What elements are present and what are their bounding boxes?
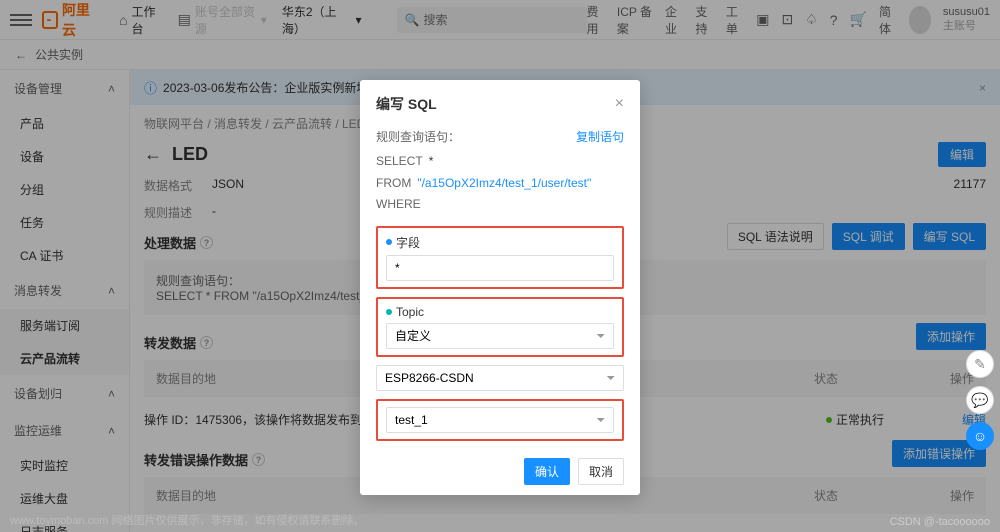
modal-title: 编写 SQL: [376, 94, 437, 114]
topic-type-select[interactable]: 自定义: [386, 323, 614, 349]
float-support-icon[interactable]: ☺: [966, 422, 994, 450]
product-select[interactable]: ESP8266-CSDN: [376, 365, 624, 391]
csdn-watermark: CSDN @-tacoooooo: [890, 516, 990, 528]
float-buttons: ✎ 💬 ☺: [966, 350, 994, 450]
confirm-button[interactable]: 确认: [524, 458, 570, 485]
bullet-icon: [386, 239, 392, 245]
cancel-button[interactable]: 取消: [578, 458, 624, 485]
float-chat-icon[interactable]: 💬: [966, 386, 994, 414]
device-select[interactable]: test_1: [386, 407, 614, 433]
field-input[interactable]: [386, 255, 614, 281]
product-group: ESP8266-CSDN: [376, 365, 624, 391]
bullet-icon: [386, 309, 392, 315]
sql-preview: SELECT* FROM"/a15OpX2Imz4/test_1/user/te…: [376, 151, 624, 216]
modal-overlay[interactable]: 编写 SQL × 规则查询语句： 复制语句 SELECT* FROM"/a15O…: [0, 0, 1000, 532]
topic-group: Topic 自定义: [376, 297, 624, 357]
field-group: 字段: [376, 226, 624, 289]
watermark: www.toymoban.com 网络图片仅供展示，非存储，如有侵权请联系删除。: [10, 512, 364, 528]
close-icon[interactable]: ×: [615, 95, 624, 113]
query-label: 规则查询语句：: [376, 128, 460, 145]
device-group: test_1: [376, 399, 624, 441]
copy-sql-link[interactable]: 复制语句: [576, 128, 624, 145]
write-sql-modal: 编写 SQL × 规则查询语句： 复制语句 SELECT* FROM"/a15O…: [360, 80, 640, 495]
float-edit-icon[interactable]: ✎: [966, 350, 994, 378]
